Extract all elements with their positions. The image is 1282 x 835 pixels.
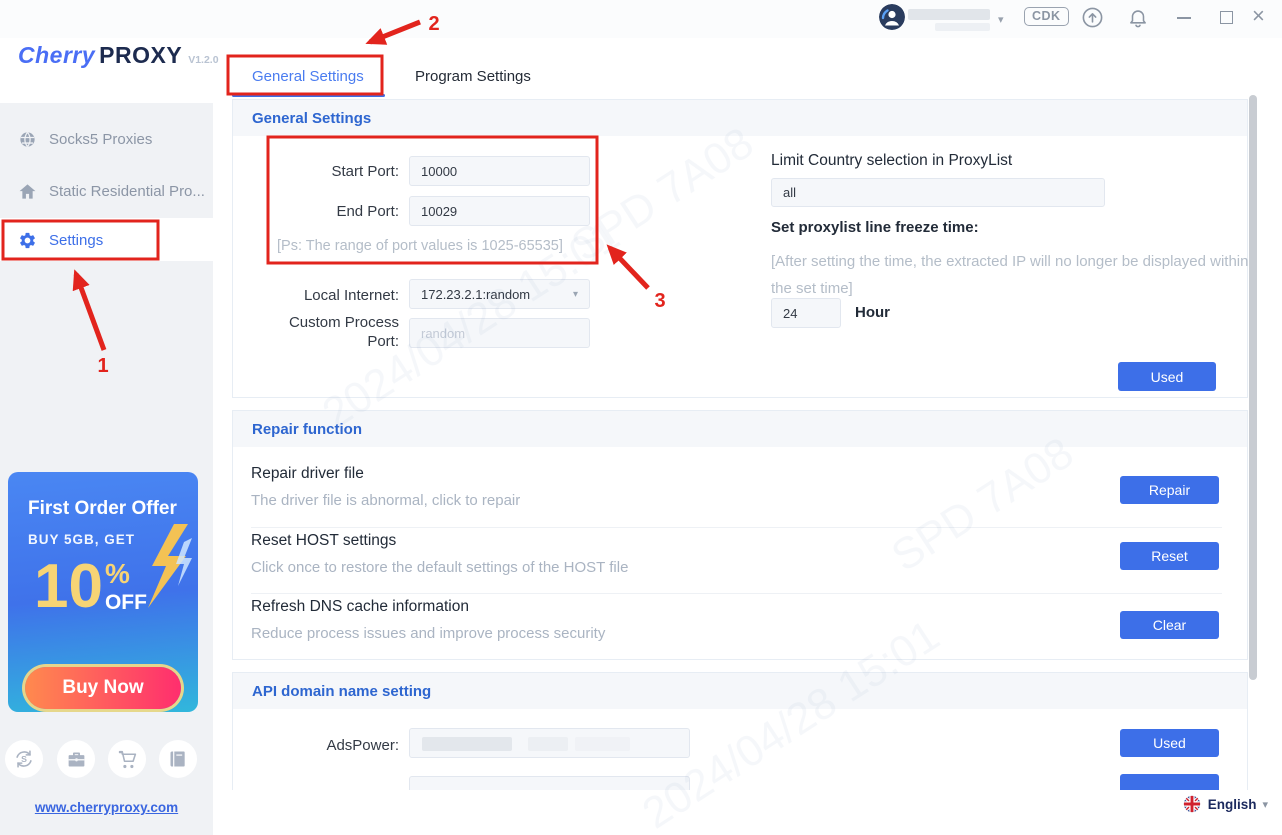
masked-value	[422, 737, 512, 751]
section-header: API domain name setting	[233, 673, 1247, 709]
bell-icon[interactable]	[1127, 6, 1149, 34]
end-port-label: End Port:	[253, 202, 399, 221]
briefcase-icon[interactable]	[57, 740, 95, 778]
sidebar-item-socks5-proxies[interactable]: Socks5 Proxies	[0, 118, 213, 160]
start-port-label: Start Port:	[253, 162, 399, 181]
used-button[interactable]: Used	[1118, 362, 1216, 391]
sidebar-item-label: Socks5 Proxies	[49, 131, 152, 148]
repair-row-desc: Reduce process issues and improve proces…	[251, 625, 605, 642]
freeze-hours-input[interactable]	[771, 298, 841, 328]
general-settings-panel: General Settings Start Port: End Port: […	[232, 99, 1248, 398]
section-title: General Settings	[252, 110, 371, 127]
promo-discount: 10 % OFF	[34, 556, 147, 618]
website-link[interactable]: www.cherryproxy.com	[0, 800, 213, 815]
promo-card: First Order Offer BUY 5GB, GET 10 % OFF …	[8, 472, 198, 712]
hour-unit-label: Hour	[855, 304, 890, 321]
sidebar-item-static-residential[interactable]: Static Residential Pro...	[0, 170, 213, 212]
divider	[251, 593, 1222, 594]
globe-icon	[18, 130, 37, 149]
limit-country-input[interactable]	[771, 178, 1105, 207]
account-chevron-down-icon[interactable]: ▾	[998, 13, 1004, 26]
language-selector[interactable]: English ▾	[1183, 795, 1268, 813]
repair-row-title: Reset HOST settings	[251, 532, 396, 550]
app-logo: CherryPROXY V1.2.0	[18, 42, 219, 69]
topbar: ▾ CDK ×	[0, 0, 1282, 38]
logo-brand-cherry: Cherry	[18, 42, 95, 68]
username-masked-sub	[935, 23, 990, 31]
currency-exchange-icon[interactable]: S	[5, 740, 43, 778]
custom-process-port-label: Custom Process Port:	[279, 313, 399, 351]
svg-text:S: S	[21, 754, 27, 764]
adspower-label: AdsPower:	[253, 736, 399, 755]
user-avatar[interactable]	[879, 4, 905, 30]
promo-percent-sign: %	[105, 560, 147, 588]
local-internet-label: Local Internet:	[253, 286, 399, 305]
local-internet-select[interactable]: 172.23.2.1:random ▾	[409, 279, 590, 309]
cherry-proxy-window: 2024/04/28 15:01 SPD 7A08 2024/04/28 15:…	[0, 0, 1282, 835]
freeze-time-label: Set proxylist line freeze time:	[771, 219, 979, 236]
promo-percent-number: 10	[34, 556, 103, 618]
limit-country-label: Limit Country selection in ProxyList	[771, 152, 1012, 170]
sidebar: CherryPROXYV1.2.0 Socks5 Proxies Static …	[0, 0, 213, 835]
cart-icon[interactable]	[108, 740, 146, 778]
port-range-hint: [Ps: The range of port values is 1025-65…	[277, 238, 563, 254]
promo-title: First Order Offer	[28, 498, 177, 520]
api-domain-panel: API domain name setting AdsPower: Used	[232, 672, 1248, 790]
cdk-button[interactable]: CDK	[1024, 7, 1069, 26]
sidebar-item-label: Settings	[49, 232, 103, 249]
sidebar-item-label: Static Residential Pro...	[49, 183, 205, 200]
repair-button[interactable]: Repair	[1120, 476, 1219, 504]
avatar-person-icon	[879, 4, 905, 30]
chevron-down-icon: ▾	[573, 289, 578, 300]
uk-flag-icon	[1183, 795, 1201, 813]
maximize-button[interactable]	[1220, 11, 1233, 24]
minimize-button[interactable]	[1177, 17, 1191, 19]
buy-now-button[interactable]: Buy Now	[25, 667, 181, 709]
masked-value	[528, 737, 568, 751]
end-port-input[interactable]	[409, 196, 590, 226]
logo-brand-proxy: PROXY	[99, 42, 182, 68]
scrollbar-thumb[interactable]	[1249, 95, 1257, 680]
tab-program-settings[interactable]: Program Settings	[415, 68, 531, 85]
divider	[251, 527, 1222, 528]
used-button-api[interactable]: Used	[1120, 729, 1219, 757]
upload-icon[interactable]	[1081, 6, 1104, 34]
section-title: Repair function	[252, 421, 362, 438]
section-header: Repair function	[233, 411, 1247, 447]
repair-row-desc: The driver file is abnormal, click to re…	[251, 492, 520, 509]
promo-subtitle: BUY 5GB, GET	[28, 532, 135, 547]
close-button[interactable]: ×	[1252, 3, 1265, 29]
freeze-time-hint: [After setting the time, the extracted I…	[771, 248, 1251, 302]
section-title: API domain name setting	[252, 683, 431, 700]
language-label: English	[1208, 797, 1257, 812]
language-chevron-down-icon: ▾	[1262, 798, 1268, 811]
book-icon[interactable]	[159, 740, 197, 778]
home-icon	[18, 182, 37, 201]
adspower-input[interactable]	[409, 728, 690, 758]
second-api-button[interactable]	[1120, 774, 1219, 790]
section-header: General Settings	[233, 100, 1247, 136]
custom-process-port-input[interactable]	[409, 318, 590, 348]
username-masked[interactable]	[908, 9, 990, 20]
sidebar-item-settings[interactable]: Settings	[0, 219, 213, 261]
repair-function-panel: Repair function Repair driver file The d…	[232, 410, 1248, 660]
masked-value	[575, 737, 630, 751]
start-port-input[interactable]	[409, 156, 590, 186]
repair-row-title: Repair driver file	[251, 465, 364, 483]
local-internet-value: 172.23.2.1:random	[421, 287, 573, 302]
repair-row-title: Refresh DNS cache information	[251, 598, 469, 616]
tab-general-settings[interactable]: General Settings	[252, 68, 364, 85]
clear-button[interactable]: Clear	[1120, 611, 1219, 639]
reset-button[interactable]: Reset	[1120, 542, 1219, 570]
active-tab-underline	[232, 94, 385, 97]
gear-icon	[18, 231, 37, 250]
repair-row-desc: Click once to restore the default settin…	[251, 559, 628, 576]
logo-version: V1.2.0	[188, 54, 218, 66]
promo-off-label: OFF	[105, 592, 147, 613]
second-api-input[interactable]	[409, 776, 690, 790]
